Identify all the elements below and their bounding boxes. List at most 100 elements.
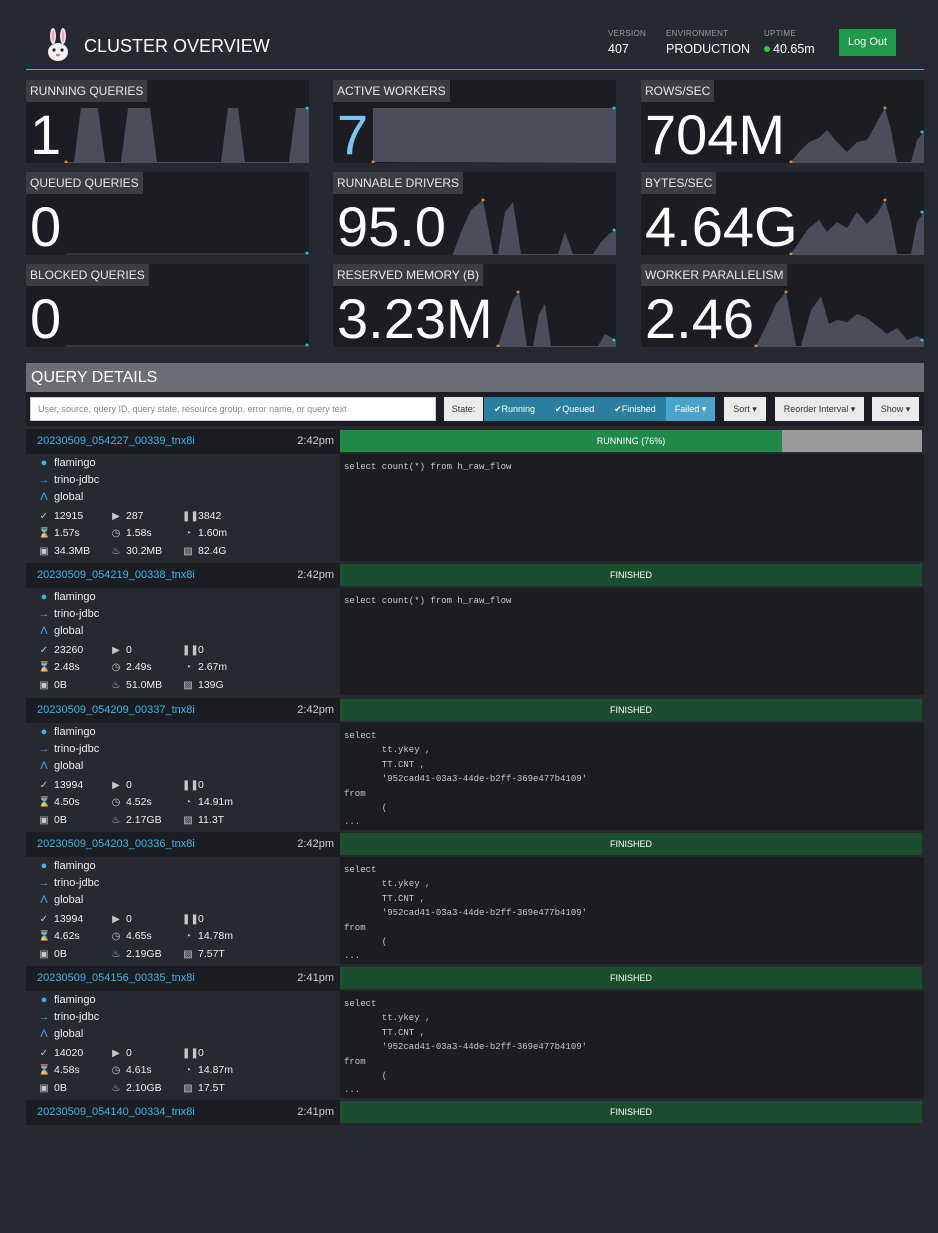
sort-dropdown[interactable]: Sort ▾: [724, 397, 766, 421]
hdd-icon: ▣: [39, 949, 49, 960]
check-icon: ✓: [39, 780, 49, 791]
source-value: trino-jdbc: [54, 474, 100, 486]
road-icon: Λ: [40, 894, 48, 906]
queued-splits: ❚❚0: [182, 1047, 204, 1059]
current-memory-value: 0B: [54, 948, 67, 960]
cpu-time-value: 14.87m: [198, 1064, 234, 1076]
query-row: 20230509_054140_00334_tnx8i 2:41pm FINIS…: [26, 1100, 924, 1233]
play-icon: ▶: [112, 511, 120, 522]
cpu-time: ◔ 1.60m: [182, 527, 227, 539]
queued-splits: ❚❚0: [182, 644, 204, 656]
query-row: 20230509_054209_00337_tnx8i 2:42pm FINIS…: [26, 698, 924, 831]
user-icon: ●: [40, 860, 48, 872]
queued-queries-value: 0: [30, 195, 62, 256]
completed-splits-value: 14020: [54, 1047, 84, 1059]
query-id-link[interactable]: 20230509_054203_00336_tnx8i: [37, 838, 195, 850]
progress-remaining: [782, 430, 922, 452]
input-data: ▧ 11.3T: [182, 814, 224, 826]
completed-splits: ✓ 23260: [38, 644, 83, 656]
reorder-interval-dropdown[interactable]: Reorder Interval ▾: [775, 397, 864, 421]
show-dropdown[interactable]: Show ▾: [872, 397, 919, 421]
elapsed-time: ◷ 4.65s: [110, 930, 152, 942]
query-details-title: QUERY DETAILS: [31, 369, 158, 386]
query-row-header: 20230509_054156_00335_tnx8i 2:41pm: [26, 966, 340, 991]
state-filter-failed[interactable]: Failed ▾: [666, 397, 715, 421]
query-id-link[interactable]: 20230509_054140_00334_tnx8i: [37, 1106, 195, 1118]
query-row: 20230509_054156_00335_tnx8i 2:41pm FINIS…: [26, 966, 924, 1099]
query-source: → trino-jdbc: [38, 877, 100, 889]
completed-splits-value: 13994: [54, 913, 84, 925]
input-data: ▧ 7.57T: [182, 948, 225, 960]
elapsed-time: ◷ 1.58s: [110, 527, 152, 539]
clock-icon: ◷: [111, 1065, 121, 1076]
queued-splits: ❚❚0: [182, 913, 204, 925]
equalizer-icon: ▧: [183, 1083, 193, 1094]
rows-sec-label: ROWS/SEC: [641, 80, 715, 102]
query-state-label: FINISHED: [609, 839, 652, 849]
query-state-label: FINISHED: [609, 570, 652, 580]
query-row-header: 20230509_054203_00336_tnx8i 2:42pm: [26, 832, 340, 857]
state-filter-running[interactable]: ✔Running: [484, 397, 545, 421]
query-id-link[interactable]: 20230509_054156_00335_tnx8i: [37, 972, 195, 984]
queued-queries-label: QUEUED QUERIES: [26, 172, 143, 194]
running-splits: ▶ 0: [110, 913, 132, 925]
wall-time-value: 2.48s: [54, 661, 80, 673]
environment-stat: ENVIRONMENT PRODUCTION: [666, 29, 750, 56]
hdd-icon: ▣: [39, 546, 49, 557]
play-icon: ▶: [112, 914, 120, 925]
equalizer-icon: ▧: [183, 680, 193, 691]
runnable-drivers-label: RUNNABLE DRIVERS: [333, 172, 464, 194]
state-filter-queued[interactable]: ✔Queued: [545, 397, 604, 421]
wall-time-value: 4.58s: [54, 1064, 80, 1076]
resource-group-value: global: [54, 625, 84, 637]
play-icon: ▶: [112, 780, 120, 791]
uptime-value: 40.65m: [773, 42, 815, 56]
query-row-header: 20230509_054227_00339_tnx8i 2:42pm: [26, 429, 340, 454]
peak-memory: ♨ 51.0MB: [110, 679, 163, 691]
query-state-bar: FINISHED: [340, 564, 922, 586]
worker-parallelism-value: 2.46: [645, 287, 754, 348]
query-row-header: 20230509_054219_00338_tnx8i 2:42pm: [26, 563, 340, 588]
peak-memory: ♨ 2.17GB: [110, 814, 162, 826]
completed-splits: ✓ 13994: [38, 913, 83, 925]
runnable-drivers-value: 95.0: [337, 195, 446, 256]
environment-label: ENVIRONMENT: [666, 29, 729, 38]
query-row: 20230509_054219_00338_tnx8i 2:42pm FINIS…: [26, 563, 924, 696]
query-state-label: FINISHED: [609, 705, 652, 715]
elapsed-time-value: 2.49s: [126, 661, 152, 673]
query-id-link[interactable]: 20230509_054219_00338_tnx8i: [37, 569, 195, 581]
resource-group-value: global: [54, 760, 84, 772]
query-search-input[interactable]: User, source, query ID, query state, res…: [30, 397, 436, 421]
query-id-link[interactable]: 20230509_054209_00337_tnx8i: [37, 704, 195, 716]
logout-button[interactable]: Log Out: [839, 29, 896, 56]
query-id-link[interactable]: 20230509_054227_00339_tnx8i: [37, 435, 195, 447]
cpu-time-value: 14.78m: [198, 930, 234, 942]
login-icon: →: [38, 743, 50, 755]
query-user: ● flamingo: [38, 457, 96, 469]
query-sql: select tt.ykey , TT.CNT , '952cad41-03a3…: [340, 991, 924, 1098]
environment-value: PRODUCTION: [666, 42, 751, 56]
current-memory-value: 0B: [54, 1082, 67, 1094]
hourglass-icon: ⌛: [38, 1065, 51, 1076]
state-filter-finished[interactable]: ✔Finished: [604, 397, 666, 421]
query-stats: ● flamingo → trino-jdbc Λglobal ✓ 23260 ▶ 0 …: [26, 588, 340, 695]
user-icon: ●: [40, 994, 48, 1006]
user-icon: ●: [40, 457, 48, 469]
query-resource-group: Λglobal: [38, 625, 83, 637]
peak-memory-value: 2.19GB: [126, 948, 162, 960]
road-icon: Λ: [40, 1028, 48, 1040]
elapsed-time-value: 4.61s: [126, 1064, 152, 1076]
peak-memory-value: 2.17GB: [126, 814, 162, 826]
cpu-time-value: 1.60m: [198, 527, 228, 539]
running-splits: ▶ 0: [110, 1047, 132, 1059]
pause-icon: ❚❚: [182, 1048, 199, 1059]
hdd-icon: ▣: [39, 815, 49, 826]
progress-fill: [340, 430, 783, 452]
completed-splits: ✓ 12915: [38, 510, 83, 522]
resource-group-value: global: [54, 1028, 84, 1040]
current-memory-value: 0B: [54, 679, 67, 691]
elapsed-time: ◷ 2.49s: [110, 661, 152, 673]
version-stat: VERSION 407: [608, 29, 646, 56]
completed-splits-value: 23260: [54, 644, 84, 656]
queued-splits-value: 0: [198, 913, 204, 925]
